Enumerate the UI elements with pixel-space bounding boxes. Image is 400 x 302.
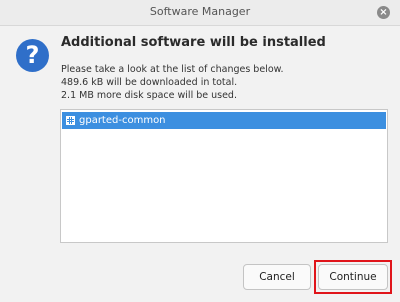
changes-list[interactable]: gparted-common [60, 109, 388, 243]
continue-button[interactable]: Continue [318, 264, 388, 290]
package-icon [66, 116, 75, 125]
question-icon: ? [16, 39, 49, 72]
description-line-3: 2.1 MB more disk space will be used. [61, 90, 237, 101]
description-line-2: 489.6 kB will be downloaded in total. [61, 77, 238, 88]
cancel-button[interactable]: Cancel [243, 264, 311, 290]
list-item-label: gparted-common [79, 115, 166, 126]
dialog-heading: Additional software will be installed [61, 35, 326, 50]
software-manager-dialog: Software Manager × ? Additional software… [0, 0, 400, 302]
list-item[interactable]: gparted-common [62, 112, 386, 129]
description-line-1: Please take a look at the list of change… [61, 64, 284, 75]
window-title: Software Manager [149, 5, 251, 18]
titlebar: Software Manager × [0, 0, 400, 26]
close-button[interactable]: × [377, 6, 390, 19]
